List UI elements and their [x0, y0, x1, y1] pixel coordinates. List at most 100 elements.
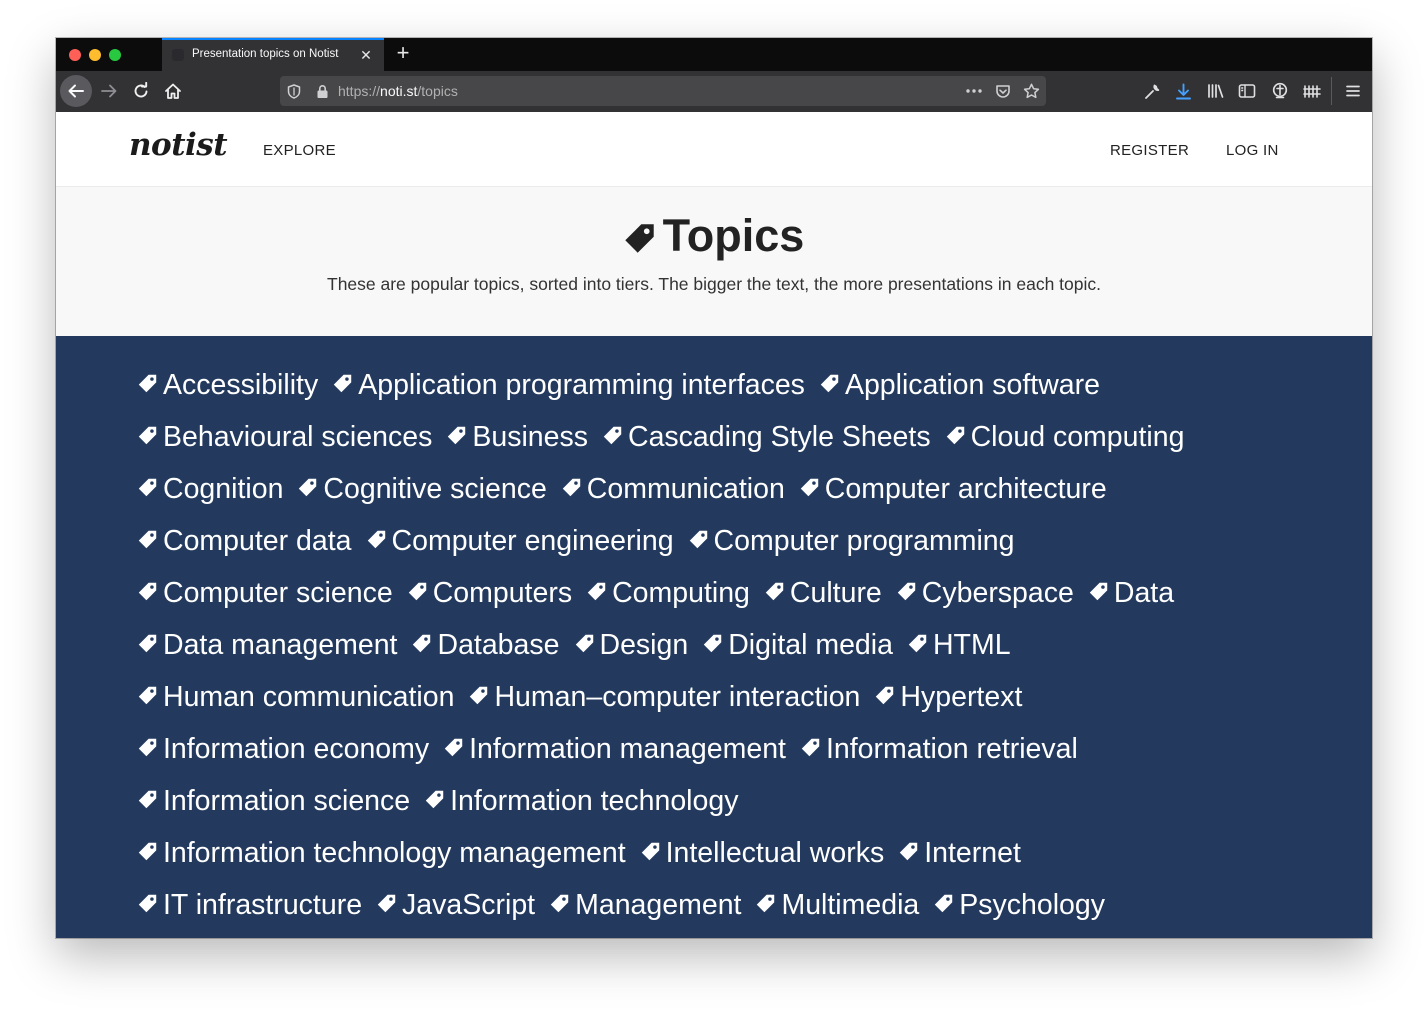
tag-icon: [641, 832, 660, 872]
topic-link[interactable]: Information management: [444, 728, 786, 769]
topic-link[interactable]: Business: [447, 416, 588, 457]
tag-icon: [1089, 572, 1108, 612]
topic-link[interactable]: Data management: [138, 624, 397, 665]
topic-link[interactable]: Culture: [765, 572, 882, 613]
topic-link[interactable]: Hypertext: [875, 676, 1022, 717]
topic-link[interactable]: Computer data: [138, 520, 352, 561]
tag-icon: [946, 416, 965, 456]
topic-link[interactable]: HTML: [908, 624, 1011, 665]
tag-icon: [562, 468, 581, 508]
tab-active[interactable]: Presentation topics on Notist ✕: [162, 38, 384, 71]
topic-link[interactable]: Digital media: [703, 624, 893, 665]
columns-icon[interactable]: [1302, 81, 1322, 101]
browser-window: Presentation topics on Notist ✕ + https:…: [56, 38, 1372, 938]
topic-link[interactable]: Accessibility: [138, 364, 318, 405]
tab-close-icon[interactable]: ✕: [354, 43, 378, 67]
new-tab-button[interactable]: +: [390, 41, 416, 67]
topic-link[interactable]: Behavioural sciences: [138, 416, 432, 457]
topic-link[interactable]: Cognitive science: [298, 468, 547, 509]
nav-login-link[interactable]: LOG IN: [1226, 142, 1279, 159]
tab-strip: Presentation topics on Notist ✕ +: [56, 38, 1372, 71]
topic-link[interactable]: Cognition: [138, 468, 283, 509]
topic-label: Accessibility: [163, 369, 319, 401]
topic-link[interactable]: IT infrastructure: [138, 884, 362, 925]
topic-label: Computing: [612, 577, 750, 609]
tag-icon: [703, 624, 722, 664]
tag-icon: [367, 520, 386, 560]
topic-label: Cyberspace: [921, 577, 1074, 609]
tracking-protection-icon[interactable]: [285, 82, 303, 100]
topic-label: Internet: [924, 837, 1021, 869]
lock-icon[interactable]: [313, 82, 331, 100]
topic-link[interactable]: Information technology: [425, 780, 738, 821]
home-icon: [165, 83, 181, 99]
topic-link[interactable]: Application programming interfaces: [333, 364, 805, 405]
topic-link[interactable]: Internet: [899, 832, 1021, 873]
topics-row: Information science Information technolog…: [138, 780, 753, 820]
page-actions-icon[interactable]: [965, 82, 983, 100]
url-text[interactable]: https://noti.st/topics: [338, 83, 458, 99]
topic-link[interactable]: Information science: [138, 780, 410, 821]
hero-section: Topics These are popular topics, sorted …: [56, 187, 1372, 336]
bookmark-star-icon[interactable]: [1022, 82, 1040, 100]
topic-link[interactable]: Computer programming: [689, 520, 1015, 561]
library-icon[interactable]: [1206, 81, 1226, 101]
topic-link[interactable]: Design: [575, 624, 688, 665]
topic-label: Intellectual works: [665, 837, 885, 869]
pocket-icon[interactable]: [994, 82, 1012, 100]
url-bar[interactable]: https://noti.st/topics: [280, 76, 1046, 106]
page-description: These are popular topics, sorted into ti…: [327, 274, 1101, 294]
home-button[interactable]: [157, 75, 189, 107]
topic-link[interactable]: Application software: [820, 364, 1100, 405]
topic-link[interactable]: Information economy: [138, 728, 429, 769]
tag-icon: [801, 728, 820, 768]
topic-label: Information economy: [163, 733, 430, 765]
topic-link[interactable]: Computer engineering: [367, 520, 674, 561]
page-title: Topics: [56, 208, 1372, 266]
topic-link[interactable]: Cascading Style Sheets: [603, 416, 931, 457]
topic-link[interactable]: Multimedia: [756, 884, 919, 925]
hamburger-menu-icon[interactable]: [1343, 81, 1363, 101]
topic-link[interactable]: Information retrieval: [801, 728, 1078, 769]
topics-row: Cognition Cognitive science Communication C…: [138, 468, 1122, 508]
topic-label: Human communication: [163, 681, 455, 713]
topic-link[interactable]: Computer science: [138, 572, 393, 613]
topic-link[interactable]: Human–computer interaction: [469, 676, 860, 717]
tag-icon: [138, 468, 157, 508]
nav-register-link[interactable]: REGISTER: [1110, 142, 1189, 159]
topic-link[interactable]: JavaScript: [377, 884, 535, 925]
topic-link[interactable]: Information technology management: [138, 832, 626, 873]
minimize-window-button[interactable]: [89, 49, 101, 61]
sidebar-icon[interactable]: [1237, 81, 1257, 101]
forward-button[interactable]: [93, 75, 125, 107]
topic-link[interactable]: Management: [550, 884, 741, 925]
wrench-icon[interactable]: [1142, 81, 1162, 101]
tag-icon: [298, 468, 317, 508]
topic-link[interactable]: Psychology: [934, 884, 1105, 925]
topic-link[interactable]: Cyberspace: [897, 572, 1074, 613]
page-title-text: Topics: [662, 210, 805, 261]
topic-link[interactable]: Data: [1089, 572, 1174, 613]
topic-link[interactable]: Human communication: [138, 676, 454, 717]
tag-icon: [875, 676, 894, 716]
topic-label: Information technology management: [163, 837, 626, 869]
topic-link[interactable]: Computing: [587, 572, 750, 613]
topic-label: Database: [437, 629, 560, 661]
topic-link[interactable]: Database: [412, 624, 560, 665]
nav-explore-link[interactable]: EXPLORE: [263, 142, 336, 159]
topic-label: Information retrieval: [825, 733, 1078, 765]
download-icon[interactable]: [1173, 81, 1193, 101]
maximize-window-button[interactable]: [109, 49, 121, 61]
topic-link[interactable]: Computers: [408, 572, 572, 613]
topic-link[interactable]: Computer architecture: [800, 468, 1107, 509]
topic-label: Computer programming: [713, 525, 1015, 557]
topic-link[interactable]: Cloud computing: [946, 416, 1184, 457]
extension-icon[interactable]: [1270, 81, 1290, 101]
topic-link[interactable]: Intellectual works: [641, 832, 885, 873]
back-button[interactable]: [60, 75, 92, 107]
site-logo[interactable]: notist: [129, 127, 228, 163]
close-window-button[interactable]: [69, 49, 81, 61]
topic-link[interactable]: Communication: [562, 468, 785, 509]
reload-button[interactable]: [125, 75, 157, 107]
topic-label: Behavioural sciences: [163, 421, 433, 453]
